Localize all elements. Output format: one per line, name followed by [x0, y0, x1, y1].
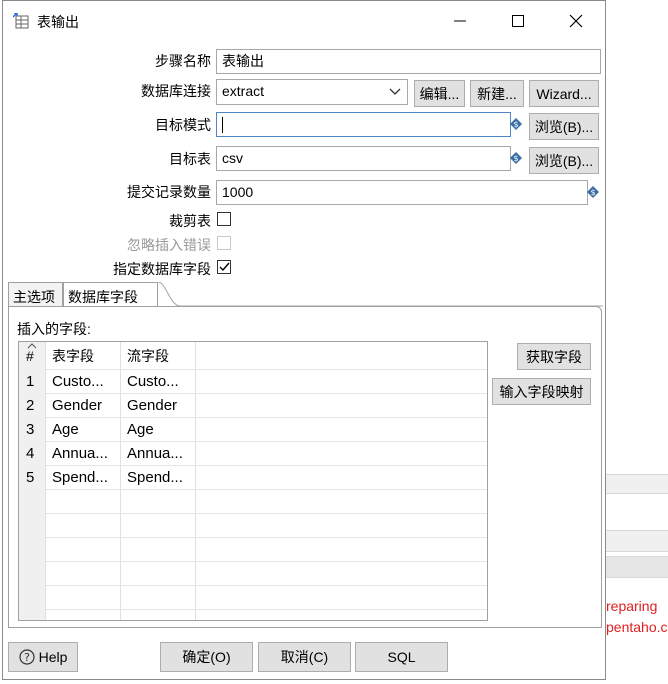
text-caret	[222, 117, 223, 134]
title-bar[interactable]: 表输出	[3, 1, 605, 41]
svg-text:$: $	[513, 154, 518, 163]
browse-table-button[interactable]: 浏览(B)...	[529, 147, 599, 174]
minimize-icon	[454, 20, 466, 22]
ok-button[interactable]: 确定(O)	[160, 642, 253, 672]
table-field-cell[interactable]: Spend...	[46, 466, 121, 490]
table-output-icon	[13, 13, 29, 29]
variable-icon: $	[510, 118, 522, 130]
background-app: reparing pentaho.c	[606, 0, 668, 684]
background-toolbar-2	[606, 530, 668, 552]
background-log-line: reparing	[606, 598, 658, 614]
table-row[interactable]: 3 Age Age	[19, 418, 487, 442]
db-connection-label: 数据库连接	[141, 83, 211, 99]
ignore-errors-checkbox[interactable]	[217, 236, 231, 250]
row-number: 3	[19, 418, 46, 442]
empty-row	[19, 514, 487, 538]
target-table-label: 目标表	[169, 151, 211, 167]
table-row[interactable]: 2 Gender Gender	[19, 394, 487, 418]
step-name-label: 步骤名称	[155, 53, 211, 69]
svg-text:$: $	[513, 120, 518, 129]
checkmark-icon	[219, 262, 230, 272]
chevron-down-icon	[389, 88, 401, 95]
ignore-errors-label: 忽略插入错误	[127, 237, 211, 253]
sql-button[interactable]: SQL	[355, 642, 448, 672]
truncate-label: 裁剪表	[169, 213, 211, 229]
empty-row	[19, 586, 487, 610]
stream-field-cell[interactable]: Custo...	[121, 370, 196, 394]
row-number: 5	[19, 466, 46, 490]
target-schema-input[interactable]	[216, 112, 511, 137]
step-name-input[interactable]: 表输出	[216, 49, 601, 74]
target-schema-label: 目标模式	[155, 117, 211, 133]
table-row[interactable]: 5 Spend... Spend...	[19, 466, 487, 490]
maximize-icon	[512, 15, 524, 27]
cancel-button[interactable]: 取消(C)	[258, 642, 351, 672]
tab-database-fields[interactable]: 数据库字段	[63, 282, 158, 307]
help-icon: ?	[18, 649, 35, 665]
close-icon	[569, 14, 583, 28]
dialog-title: 表输出	[37, 14, 79, 30]
empty-row	[19, 538, 487, 562]
specify-fields-checkbox[interactable]	[217, 260, 231, 274]
svg-text:$: $	[590, 188, 595, 197]
stream-field-cell[interactable]: Gender	[121, 394, 196, 418]
table-field-cell[interactable]: Age	[46, 418, 121, 442]
variable-icon: $	[510, 152, 522, 164]
map-fields-button[interactable]: 输入字段映射	[492, 378, 591, 405]
maximize-button[interactable]	[489, 5, 547, 37]
commit-size-label: 提交记录数量	[127, 184, 211, 200]
close-button[interactable]	[547, 5, 605, 37]
table-field-cell[interactable]: Custo...	[46, 370, 121, 394]
db-connection-select[interactable]: extract	[216, 79, 408, 105]
tab-main-options[interactable]: 主选项	[8, 282, 63, 307]
tab-strip-edge	[158, 282, 603, 307]
column-header-stream-field[interactable]: 流字段	[121, 342, 196, 370]
empty-row	[19, 610, 487, 620]
stream-field-cell[interactable]: Age	[121, 418, 196, 442]
commit-size-input[interactable]: 1000	[216, 180, 588, 205]
background-tabbar	[606, 556, 668, 578]
table-header: # 表字段 流字段	[19, 342, 487, 370]
target-table-input[interactable]: csv	[216, 146, 511, 171]
row-number: 1	[19, 370, 46, 394]
minimize-button[interactable]	[431, 5, 489, 37]
table-row[interactable]: 1 Custo... Custo...	[19, 370, 487, 394]
new-connection-button[interactable]: 新建...	[470, 80, 524, 107]
background-log-line: pentaho.c	[606, 619, 668, 635]
browse-schema-button[interactable]: 浏览(B)...	[529, 113, 599, 140]
row-number: 2	[19, 394, 46, 418]
empty-row	[19, 562, 487, 586]
column-header-table-field[interactable]: 表字段	[46, 342, 121, 370]
fields-section-label: 插入的字段:	[17, 321, 91, 337]
truncate-checkbox[interactable]	[217, 212, 231, 226]
help-button[interactable]: ? Help	[8, 642, 78, 672]
db-connection-value: extract	[222, 83, 265, 99]
svg-text:?: ?	[24, 651, 30, 664]
stream-field-cell[interactable]: Spend...	[121, 466, 196, 490]
row-number: 4	[19, 442, 46, 466]
get-fields-button[interactable]: 获取字段	[517, 343, 591, 370]
table-field-cell[interactable]: Annua...	[46, 442, 121, 466]
table-field-cell[interactable]: Gender	[46, 394, 121, 418]
variable-icon: $	[587, 186, 599, 198]
table-row[interactable]: 4 Annua... Annua...	[19, 442, 487, 466]
stream-field-cell[interactable]: Annua...	[121, 442, 196, 466]
edit-connection-button[interactable]: 编辑...	[414, 80, 465, 107]
wizard-button[interactable]: Wizard...	[529, 80, 599, 107]
background-toolbar	[606, 474, 668, 494]
sort-up-icon	[27, 343, 37, 349]
fields-table[interactable]: # 表字段 流字段 1 Custo... Custo... 2 Gender G…	[18, 341, 488, 621]
column-header-number[interactable]: #	[19, 342, 46, 370]
specify-fields-label: 指定数据库字段	[113, 261, 211, 277]
table-output-dialog: 表输出 步骤名称 表输出 数据库连接 extract 编辑... 新建... W…	[2, 0, 606, 680]
empty-row	[19, 490, 487, 514]
